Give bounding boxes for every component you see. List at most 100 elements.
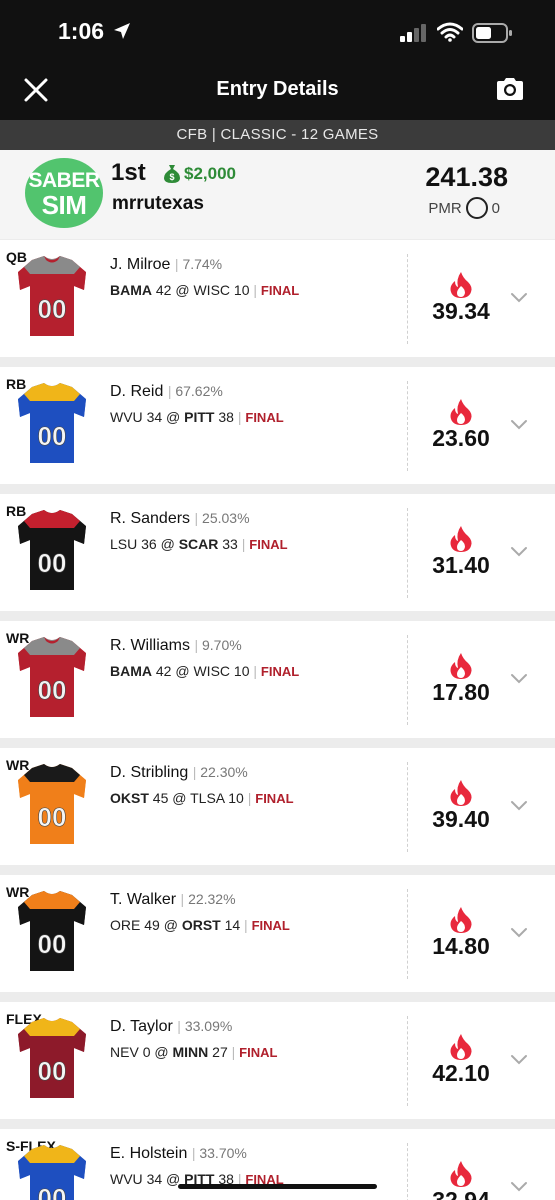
chevron-down-icon[interactable] (510, 927, 528, 939)
player-row[interactable]: WR 00 R. Williams | 9.70% BAMA 42 @ WISC… (0, 621, 555, 738)
wifi-icon (437, 22, 463, 42)
row-divider (407, 635, 408, 725)
away-score: 42 (155, 282, 172, 298)
money-bag-icon: $ (164, 165, 180, 183)
home-score: 14 (224, 917, 241, 933)
jersey-number: 00 (38, 548, 67, 578)
ownership-pct: 7.74% (182, 256, 223, 272)
fantasy-points: 42.10 (432, 1060, 490, 1086)
away-score: 45 (152, 790, 169, 806)
flame-icon (450, 780, 472, 806)
player-row[interactable]: WR 00 D. Stribling | 22.30% OKST 45 @ TL… (0, 748, 555, 865)
home-score: 10 (228, 790, 244, 806)
flame-icon (450, 653, 472, 679)
jersey-icon: 00 (18, 764, 86, 844)
jersey-number: 00 (38, 1183, 67, 1200)
away-score: 42 (155, 663, 172, 679)
svg-text:$: $ (169, 172, 174, 182)
chevron-down-icon[interactable] (510, 546, 528, 558)
ownership-pct: 33.70% (199, 1145, 247, 1161)
away-team: LSU (110, 536, 138, 552)
player-name-line: T. Walker | 22.32% (110, 891, 236, 908)
jersey-number: 00 (38, 421, 67, 451)
player-name: R. Sanders (110, 510, 191, 527)
home-score: 10 (233, 282, 250, 298)
flame-icon (450, 1161, 472, 1187)
jersey-icon: 00 (18, 510, 86, 590)
away-score: 0 (142, 1044, 151, 1060)
top-bar: 1:06 Entry Details (0, 0, 555, 120)
player-name-line: J. Milroe | 7.74% (110, 256, 223, 273)
entry-prize: $2,000 (184, 164, 236, 183)
at-symbol: @ (160, 536, 175, 552)
jersey-icon: 00 (18, 383, 86, 463)
pmr-value: 0 (491, 199, 500, 217)
player-row[interactable]: RB 00 R. Sanders | 25.03% LSU 36 @ SCAR … (0, 494, 555, 611)
row-divider (407, 381, 408, 471)
pmr-circle-icon (465, 197, 488, 219)
player-name-line: D. Reid | 67.62% (110, 383, 223, 400)
chevron-down-icon[interactable] (510, 292, 528, 304)
chevron-down-icon[interactable] (510, 800, 528, 812)
home-team: PITT (184, 409, 215, 425)
game-info: ORE 49 @ ORST 14 | FINAL (110, 917, 290, 933)
ownership-pct: 22.32% (188, 891, 236, 907)
contest-label: CFB | CLASSIC - 12 GAMES (0, 120, 555, 150)
chevron-down-icon[interactable] (510, 1181, 528, 1193)
total-score: 241.38 (425, 162, 508, 192)
player-name: R. Williams (110, 637, 190, 654)
fantasy-points: 39.40 (432, 806, 490, 832)
row-divider (407, 889, 408, 979)
player-name-line: R. Williams | 9.70% (110, 637, 242, 654)
flame-icon (450, 1034, 472, 1060)
username: mrrutexas (112, 193, 204, 214)
player-name-line: D. Stribling | 22.30% (110, 764, 248, 781)
jersey-icon: 00 (18, 1018, 86, 1098)
player-name: D. Stribling (110, 764, 189, 781)
home-team: ORST (181, 917, 221, 933)
away-team: BAMA (110, 663, 152, 679)
game-info: BAMA 42 @ WISC 10 | FINAL (110, 663, 300, 679)
away-team: WVU (110, 409, 143, 425)
jersey-number: 00 (38, 929, 67, 959)
player-name-line: D. Taylor | 33.09% (110, 1018, 233, 1035)
game-status: FINAL (260, 283, 300, 298)
player-name: J. Milroe (110, 256, 171, 273)
player-name-line: E. Holstein | 33.70% (110, 1145, 247, 1162)
jersey-number: 00 (38, 802, 67, 832)
game-status: FINAL (245, 410, 284, 425)
row-divider (407, 254, 408, 344)
fantasy-points: 23.60 (432, 425, 490, 451)
chevron-down-icon[interactable] (510, 673, 528, 685)
pmr-indicator: PMR 0 (428, 197, 500, 219)
away-score: 36 (141, 536, 157, 552)
home-team: SCAR (178, 536, 219, 552)
player-name: D. Taylor (110, 1018, 173, 1035)
player-row[interactable]: FLEX 00 D. Taylor | 33.09% NEV 0 @ MINN … (0, 1002, 555, 1119)
jersey-number: 00 (38, 294, 67, 324)
player-row[interactable]: WR 00 T. Walker | 22.32% ORE 49 @ ORST 1… (0, 875, 555, 992)
player-row[interactable]: S-FLEX 00 E. Holstein | 33.70% WVU 34 @ … (0, 1129, 555, 1200)
home-team: WISC (193, 282, 231, 298)
home-indicator (178, 1184, 377, 1189)
away-score: 49 (144, 917, 160, 933)
player-row[interactable]: RB 00 D. Reid | 67.62% WVU 34 @ PITT 38 … (0, 367, 555, 484)
jersey-icon: 00 (18, 1145, 86, 1200)
home-team: WISC (193, 663, 231, 679)
player-row[interactable]: QB 00 J. Milroe | 7.74% BAMA 42 @ WISC 1… (0, 240, 555, 357)
away-score: 34 (146, 1171, 163, 1187)
flame-icon (450, 907, 472, 933)
battery-icon (472, 23, 512, 43)
ownership-pct: 33.09% (184, 1018, 233, 1034)
entry-rank: 1st (111, 159, 146, 186)
game-info: BAMA 42 @ WISC 10 | FINAL (110, 282, 300, 298)
location-arrow-icon (114, 23, 130, 39)
chevron-down-icon[interactable] (510, 419, 528, 431)
fantasy-points: 31.40 (432, 552, 490, 578)
home-score: 38 (218, 409, 234, 425)
chevron-down-icon[interactable] (510, 1054, 528, 1066)
at-symbol: @ (172, 790, 187, 806)
row-divider (407, 1016, 408, 1106)
game-info: WVU 34 @ PITT 38 | FINAL (110, 409, 284, 425)
camera-icon[interactable] (495, 76, 525, 102)
